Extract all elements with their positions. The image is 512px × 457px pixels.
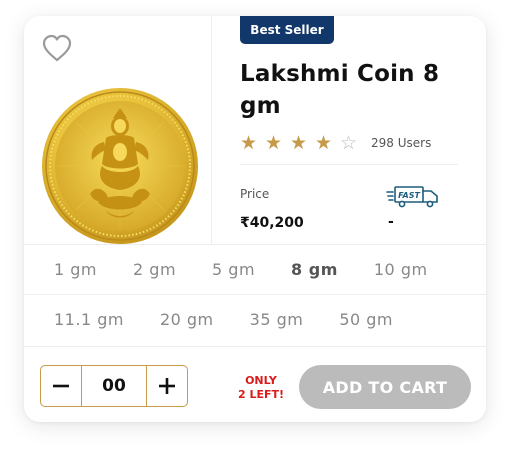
decrease-quantity-button[interactable]: [41, 366, 82, 406]
fast-delivery-truck-icon: FAST: [386, 184, 442, 208]
product-summary: Best Seller Lakshmi Coin 8 gm ★ ★ ★ ★ ☆ …: [24, 16, 486, 244]
star-icon: ★: [240, 132, 258, 154]
size-option-50gm[interactable]: 50 gm: [339, 310, 393, 329]
size-row-1: 1 gm 2 gm 5 gm 8 gm 10 gm: [24, 244, 486, 294]
cart-actions: ONLY 2 LEFT! ADD TO CART: [24, 346, 486, 423]
quantity-input[interactable]: [82, 366, 146, 406]
minus-icon: [53, 384, 69, 388]
size-option-11-1gm[interactable]: 11.1 gm: [54, 310, 124, 329]
rating: ★ ★ ★ ★ ☆ 298 Users: [240, 133, 431, 153]
star-icon: ★: [315, 132, 333, 154]
size-option-1gm[interactable]: 1 gm: [54, 260, 97, 279]
size-option-5gm[interactable]: 5 gm: [212, 260, 255, 279]
product-title: Lakshmi Coin 8 gm: [240, 61, 440, 119]
size-option-2gm[interactable]: 2 gm: [133, 260, 176, 279]
delivery-value: -: [388, 214, 394, 230]
quantity-stepper: [40, 365, 188, 407]
coin-image: [40, 86, 200, 246]
rating-divider: [240, 164, 458, 165]
stock-warning-line2: 2 LEFT!: [237, 388, 285, 401]
rating-users-count: 298 Users: [371, 136, 432, 150]
size-option-20gm[interactable]: 20 gm: [160, 310, 214, 329]
product-card: Best Seller Lakshmi Coin 8 gm ★ ★ ★ ★ ☆ …: [24, 16, 486, 422]
add-to-cart-button[interactable]: ADD TO CART: [299, 365, 471, 409]
star-icon: ★: [265, 132, 283, 154]
size-option-35gm[interactable]: 35 gm: [250, 310, 304, 329]
stock-warning: ONLY 2 LEFT!: [234, 374, 288, 402]
increase-quantity-button[interactable]: [146, 366, 187, 406]
best-seller-badge: Best Seller: [240, 16, 334, 44]
star-icon: ★: [290, 132, 308, 154]
heart-icon[interactable]: [40, 32, 74, 64]
fast-label: FAST: [398, 191, 420, 200]
price-value: ₹40,200: [240, 215, 304, 231]
vertical-divider: [211, 16, 212, 244]
size-option-8gm[interactable]: 8 gm: [291, 260, 338, 279]
size-row-2: 11.1 gm 20 gm 35 gm 50 gm: [24, 294, 486, 344]
size-selector: 1 gm 2 gm 5 gm 8 gm 10 gm 11.1 gm 20 gm …: [24, 244, 486, 344]
plus-icon: [159, 378, 175, 394]
size-option-10gm[interactable]: 10 gm: [374, 260, 428, 279]
star-icon: ☆: [340, 132, 358, 154]
price-label: Price: [240, 187, 270, 201]
stock-warning-line1: ONLY: [245, 374, 277, 387]
